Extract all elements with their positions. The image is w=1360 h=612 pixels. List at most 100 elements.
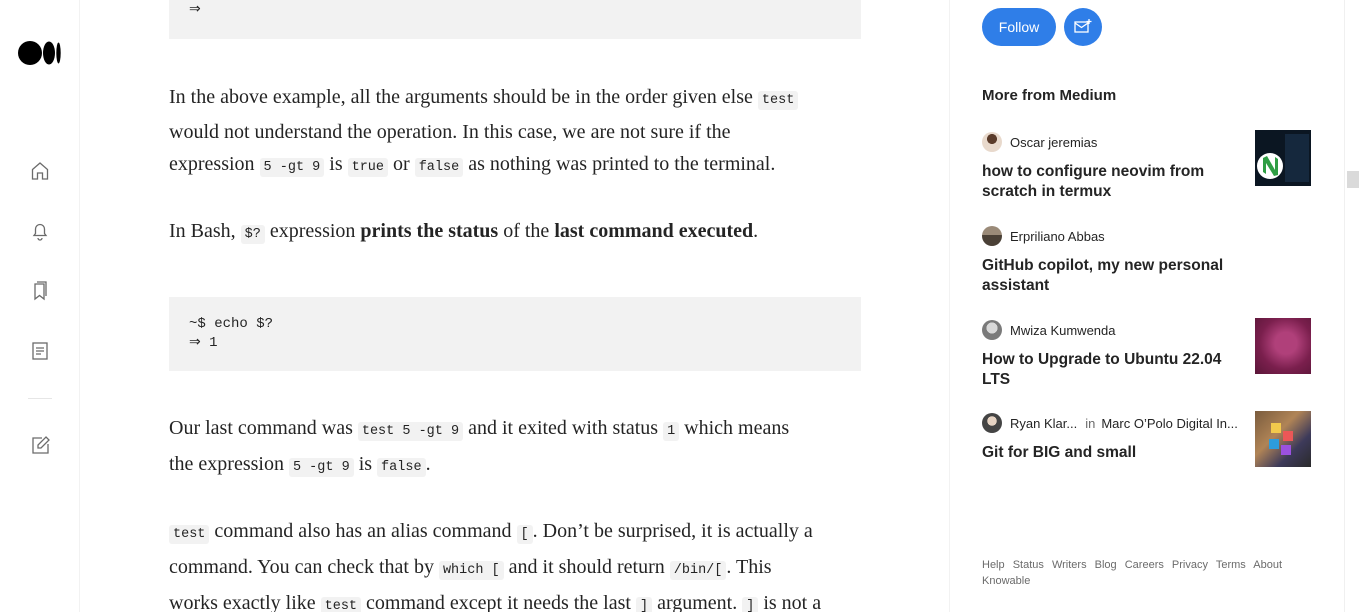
paragraph-text: as nothing was printed to the terminal. bbox=[463, 153, 776, 175]
inline-code: test bbox=[757, 91, 799, 110]
recommended-story[interactable]: Erpriliano Abbas GitHub copilot, my new … bbox=[982, 226, 1312, 296]
paragraph-text: command. You can check that by bbox=[169, 556, 439, 578]
inline-code: test bbox=[320, 597, 362, 612]
story-thumbnail[interactable] bbox=[1255, 318, 1311, 374]
paragraph-text: expression bbox=[264, 220, 361, 242]
paragraph-text: or bbox=[388, 153, 415, 175]
paragraph-text: which means bbox=[679, 417, 790, 439]
footer-link-careers[interactable]: Careers bbox=[1125, 559, 1164, 571]
author-name[interactable]: Ryan Klar... bbox=[1010, 416, 1077, 431]
inline-code: /bin/[ bbox=[669, 561, 727, 580]
left-nav-rail bbox=[0, 0, 80, 612]
inline-code: ] bbox=[635, 597, 653, 612]
paragraph-text: and it exited with status bbox=[463, 417, 664, 439]
rail-divider bbox=[28, 398, 52, 399]
footer-link-blog[interactable]: Blog bbox=[1095, 559, 1117, 571]
avatar[interactable] bbox=[982, 132, 1002, 152]
paragraph: In the above example, all the arguments … bbox=[169, 85, 869, 113]
paragraph-text: the expression bbox=[169, 453, 289, 475]
paragraph-text: of the bbox=[498, 220, 555, 242]
paragraph-text: . This bbox=[726, 556, 772, 578]
home-icon[interactable] bbox=[27, 158, 53, 184]
inline-code: false bbox=[377, 458, 426, 477]
author-name[interactable]: Mwiza Kumwenda bbox=[1010, 323, 1116, 338]
author-name[interactable]: Erpriliano Abbas bbox=[1010, 229, 1105, 244]
paragraph-text: argument. bbox=[652, 592, 743, 612]
story-title[interactable]: how to configure neovim from scratch in … bbox=[982, 162, 1232, 202]
footer-link-writers[interactable]: Writers bbox=[1052, 559, 1087, 571]
avatar[interactable] bbox=[982, 226, 1002, 246]
paragraph-text: and it should return bbox=[503, 556, 670, 578]
paragraph-text: expression bbox=[169, 153, 260, 175]
footer-link-status[interactable]: Status bbox=[1013, 559, 1044, 571]
paragraph-line: the expression 5 -gt 9 is false. bbox=[169, 452, 869, 480]
avatar[interactable] bbox=[982, 413, 1002, 433]
medium-logo[interactable] bbox=[18, 40, 62, 66]
blocks-image-icon bbox=[1269, 423, 1293, 455]
author-name[interactable]: Oscar jeremias bbox=[1010, 135, 1097, 150]
inline-code: 5 -gt 9 bbox=[259, 158, 325, 177]
paragraph: test command also has an alias command [… bbox=[169, 519, 869, 547]
paragraph-text: works exactly like bbox=[169, 592, 321, 612]
inline-code: test bbox=[169, 525, 210, 544]
paragraph-text: command except it needs the last bbox=[361, 592, 636, 612]
bookmarks-icon[interactable] bbox=[27, 278, 53, 304]
paragraph-text: Our last command was bbox=[169, 417, 358, 439]
inline-code: which [ bbox=[438, 561, 504, 580]
paragraph-line: expression 5 -gt 9 is true or false as n… bbox=[169, 152, 869, 180]
bold-text: prints the status bbox=[360, 220, 499, 242]
follow-button[interactable]: Follow bbox=[982, 8, 1056, 46]
paragraph-text: . Don’t be surprised, it is actually a bbox=[532, 520, 813, 542]
mail-plus-icon bbox=[1074, 19, 1092, 33]
paragraph-text: would not understand the operation. In t… bbox=[169, 121, 731, 143]
inline-code: ] bbox=[742, 597, 759, 612]
neovim-logo-icon bbox=[1255, 130, 1311, 186]
publication-name[interactable]: Marc O’Polo Digital In... bbox=[1101, 416, 1238, 431]
story-title[interactable]: GitHub copilot, my new personal assistan… bbox=[982, 256, 1232, 296]
in-label: in bbox=[1085, 415, 1096, 431]
inline-code: 5 -gt 9 bbox=[288, 458, 354, 477]
code-line: ⇒ bbox=[189, 2, 201, 18]
paragraph-text: is not a bbox=[758, 592, 822, 612]
code-block: ⇒ bbox=[169, 0, 861, 39]
paragraph-text: In the above example, all the arguments … bbox=[169, 86, 758, 108]
author-row: Erpriliano Abbas bbox=[982, 226, 1312, 246]
avatar[interactable] bbox=[982, 320, 1002, 340]
paragraph-line: works exactly like test command except i… bbox=[169, 591, 869, 612]
story-title[interactable]: How to Upgrade to Ubuntu 22.04 LTS bbox=[982, 350, 1232, 390]
code-line: ⇒ 1 bbox=[189, 335, 218, 351]
stories-icon[interactable] bbox=[27, 338, 53, 364]
paragraph-text: . bbox=[425, 453, 431, 475]
inline-code: test 5 -gt 9 bbox=[357, 422, 464, 441]
footer-link-knowable[interactable]: Knowable bbox=[982, 575, 1030, 587]
footer-link-privacy[interactable]: Privacy bbox=[1172, 559, 1208, 571]
story-title[interactable]: Git for BIG and small bbox=[982, 443, 1232, 463]
sidebar-footer: Help Status Writers Blog Careers Privacy… bbox=[982, 557, 1292, 589]
paragraph-text: . bbox=[753, 220, 759, 242]
story-thumbnail[interactable] bbox=[1255, 130, 1311, 186]
paragraph-line: command. You can check that by which [ a… bbox=[169, 555, 869, 583]
inline-code: 1 bbox=[663, 422, 680, 441]
write-icon[interactable] bbox=[27, 433, 53, 459]
notifications-icon[interactable] bbox=[27, 218, 53, 244]
paragraph-text: is bbox=[353, 453, 378, 475]
paragraph-text: is bbox=[324, 153, 348, 175]
code-block: ~$ echo $? ⇒ 1 bbox=[169, 297, 861, 371]
code-line: ~$ echo $? bbox=[189, 316, 274, 332]
paragraph: Our last command was test 5 -gt 9 and it… bbox=[169, 416, 869, 444]
bold-text: last command executed bbox=[554, 220, 754, 242]
inline-code: [ bbox=[516, 525, 533, 544]
paragraph-line: would not understand the operation. In t… bbox=[169, 120, 869, 144]
more-from-medium-heading: More from Medium bbox=[982, 87, 1117, 104]
footer-link-about[interactable]: About bbox=[1253, 559, 1282, 571]
inline-code: true bbox=[347, 158, 389, 177]
subscribe-email-button[interactable] bbox=[1064, 8, 1102, 46]
inline-code: false bbox=[414, 158, 464, 177]
paragraph-text: In Bash, bbox=[169, 220, 241, 242]
story-thumbnail[interactable] bbox=[1255, 411, 1311, 467]
footer-link-help[interactable]: Help bbox=[982, 559, 1005, 571]
paragraph-text: command also has an alias command bbox=[209, 520, 517, 542]
scrollbar-thumb[interactable] bbox=[1347, 171, 1359, 188]
scrollbar[interactable] bbox=[1344, 0, 1360, 612]
footer-link-terms[interactable]: Terms bbox=[1216, 559, 1246, 571]
